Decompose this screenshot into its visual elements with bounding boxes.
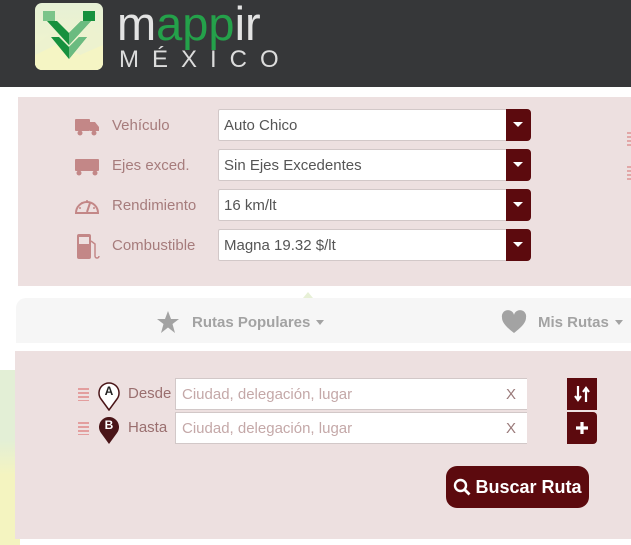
chevron-down-icon <box>614 319 623 325</box>
tab-popular-routes[interactable]: Rutas Populares <box>155 310 325 334</box>
swap-routes-button[interactable] <box>567 378 597 410</box>
vehicle-select[interactable]: Auto Chico <box>218 109 531 141</box>
swap-icon <box>574 386 590 402</box>
chevron-down-icon[interactable] <box>506 229 531 261</box>
from-input[interactable] <box>176 379 506 409</box>
efficiency-select[interactable]: 16 km/lt <box>218 189 531 221</box>
route-to-row: B Hasta X <box>15 412 631 444</box>
fuel-select-value: Magna 19.32 $/lt <box>224 237 336 254</box>
to-input-wrapper: X <box>175 412 527 444</box>
efficiency-row: Rendimiento 16 km/lt <box>18 189 631 221</box>
svg-text:B: B <box>105 418 114 432</box>
logo-text-suffix: ir <box>234 0 261 50</box>
excess-axles-select-value: Sin Ejes Excedentes <box>224 157 362 174</box>
search-route-label: Buscar Ruta <box>475 476 582 497</box>
add-waypoint-button[interactable] <box>567 412 597 444</box>
star-icon <box>157 311 179 333</box>
routes-tabs: Rutas Populares Mis Rutas <box>16 298 631 343</box>
tab-my-routes-label: Mis Rutas <box>538 313 609 331</box>
route-from-row: A Desde X <box>15 378 631 411</box>
vehicle-label: Vehículo <box>112 117 170 134</box>
drag-handle-icon[interactable] <box>78 388 89 401</box>
fuel-row: Combustible Magna 19.32 $/lt <box>18 229 631 261</box>
vehicle-settings-panel: Vehículo Auto Chico Ejes exced. Sin Ejes… <box>18 97 631 286</box>
from-input-wrapper: X <box>175 378 527 410</box>
app-header: mappir MÉXICO <box>0 0 631 87</box>
clear-from-button[interactable]: X <box>506 386 516 403</box>
route-search-panel: A Desde X B Hasta X <box>15 351 631 539</box>
chevron-down-icon[interactable] <box>506 189 531 221</box>
clear-to-button[interactable]: X <box>506 420 516 437</box>
fuel-select[interactable]: Magna 19.32 $/lt <box>218 229 531 261</box>
drag-handle-icon[interactable] <box>627 166 631 180</box>
chevron-down-icon <box>316 319 325 325</box>
trailer-icon <box>75 159 99 176</box>
svg-text:A: A <box>105 384 114 398</box>
search-route-button[interactable]: Buscar Ruta <box>446 466 589 508</box>
drag-handle-icon[interactable] <box>627 132 631 146</box>
truck-icon <box>75 119 99 136</box>
excess-axles-label: Ejes exced. <box>112 157 190 174</box>
drag-handle-icon[interactable] <box>78 422 89 435</box>
marker-a-icon: A <box>98 382 120 411</box>
logo-text-highlight: app <box>156 0 235 50</box>
tab-my-routes[interactable]: Mis Rutas <box>501 310 623 334</box>
chevron-down-icon[interactable] <box>506 149 531 181</box>
excess-axles-row: Ejes exced. Sin Ejes Excedentes <box>18 149 631 181</box>
fuel-pump-icon <box>77 234 100 259</box>
from-label: Desde <box>128 385 172 402</box>
marker-b-icon: B <box>99 417 119 444</box>
search-icon <box>454 478 471 496</box>
efficiency-label: Rendimiento <box>112 197 197 214</box>
tab-popular-routes-label: Rutas Populares <box>192 313 311 331</box>
heart-icon <box>501 310 527 333</box>
logo-subtitle: MÉXICO <box>119 46 292 73</box>
fuel-label: Combustible <box>112 237 196 254</box>
vehicle-select-value: Auto Chico <box>224 117 298 134</box>
efficiency-select-value: 16 km/lt <box>224 197 277 214</box>
to-label: Hasta <box>128 419 168 436</box>
vehicle-row: Vehículo Auto Chico <box>18 109 631 141</box>
chevron-down-icon[interactable] <box>506 109 531 141</box>
speedometer-icon <box>74 200 100 214</box>
excess-axles-select[interactable]: Sin Ejes Excedentes <box>218 149 531 181</box>
to-input[interactable] <box>176 413 506 443</box>
mappir-logo-icon[interactable] <box>35 3 103 70</box>
plus-icon <box>576 422 588 434</box>
logo-wordmark: mappir <box>117 0 261 50</box>
logo-text-prefix: m <box>117 0 157 50</box>
